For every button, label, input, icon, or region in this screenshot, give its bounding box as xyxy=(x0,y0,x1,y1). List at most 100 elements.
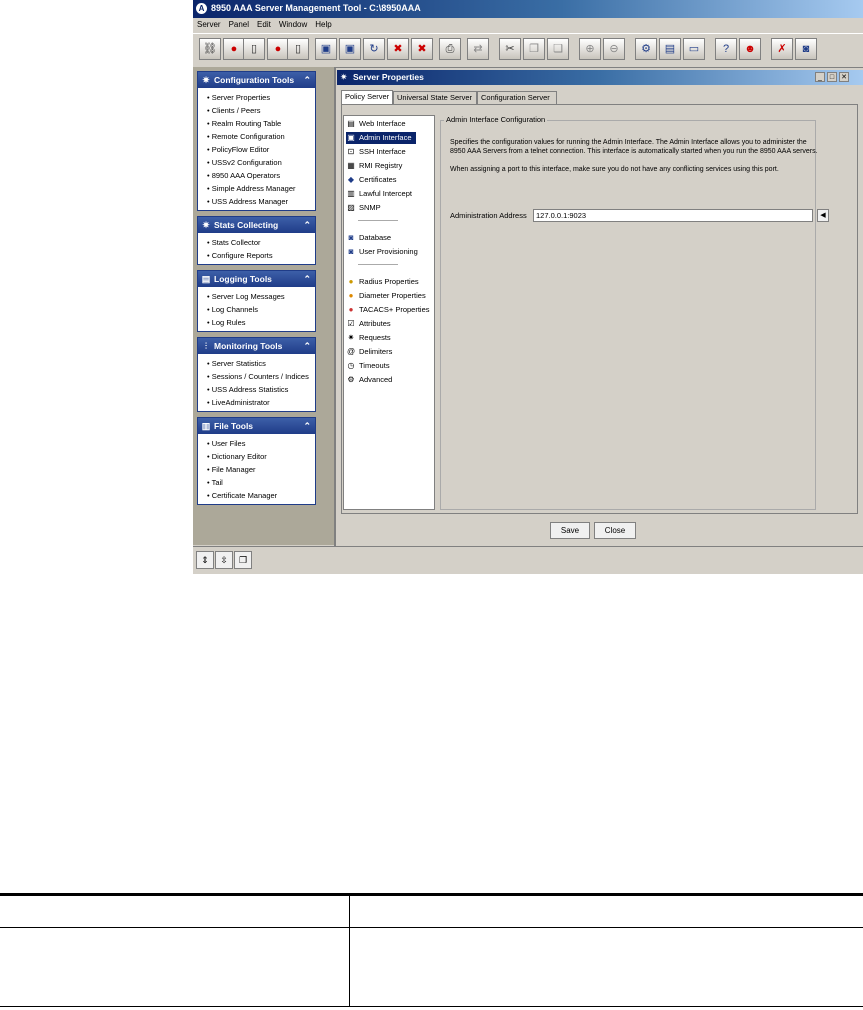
panel-header[interactable]: ✷ Stats Collecting ⌃ xyxy=(198,217,315,233)
tab-policy-server[interactable]: Policy Server xyxy=(341,90,393,105)
tool-link[interactable]: Stats Collector xyxy=(207,236,315,249)
print-icon[interactable]: ⎙ xyxy=(439,38,461,60)
administration-address-input[interactable]: 127.0.0.1:9023 xyxy=(533,209,813,222)
monitor-icon[interactable]: ▭ xyxy=(683,38,705,60)
database-icon[interactable]: ◙ xyxy=(795,38,817,60)
sync-icon[interactable]: ⇄ xyxy=(467,38,489,60)
tool-link[interactable]: USS Address Statistics xyxy=(207,383,315,396)
tool-link[interactable]: Server Statistics xyxy=(207,357,315,370)
record-red-icon[interactable]: ● xyxy=(267,38,289,60)
record-red-icon[interactable]: ● xyxy=(223,38,245,60)
close-window-icon[interactable]: ✖ xyxy=(387,38,409,60)
tool-link[interactable]: Server Log Messages xyxy=(207,290,315,303)
tool-link[interactable]: Tail xyxy=(207,476,315,489)
cascade-windows-icon[interactable]: ❐ xyxy=(234,551,252,569)
save-button[interactable]: Save xyxy=(550,522,590,539)
collapse-icon[interactable]: ⌃ xyxy=(303,271,311,287)
tool-link[interactable]: Simple Address Manager xyxy=(207,182,315,195)
document-icon[interactable]: ▤ xyxy=(659,38,681,60)
collapse-icon[interactable]: ⌃ xyxy=(303,217,311,233)
nav-item[interactable]: ☑ Attributes xyxy=(346,318,395,330)
nav-item[interactable]: ✷ Requests xyxy=(346,332,395,344)
tab-configuration-server[interactable]: Configuration Server xyxy=(477,91,557,104)
menu-panel[interactable]: Panel xyxy=(225,18,253,31)
menu-server[interactable]: Server xyxy=(193,18,225,31)
nav-item[interactable]: ▦ RMI Registry xyxy=(346,160,406,172)
nav-item[interactable]: ● TACACS+ Properties xyxy=(346,304,434,316)
tool-link[interactable]: USS Address Manager xyxy=(207,195,315,208)
maximize-button[interactable]: □ xyxy=(827,72,837,82)
collapse-icon[interactable]: ⌃ xyxy=(303,72,311,88)
nav-item[interactable]: ▨ SNMP xyxy=(346,202,385,214)
tool-link[interactable]: LiveAdministrator xyxy=(207,396,315,409)
tool-link[interactable]: 8950 AAA Operators xyxy=(207,169,315,182)
settings-icon[interactable]: ⚙ xyxy=(635,38,657,60)
nav-item[interactable]: ◙ Database xyxy=(346,232,395,244)
copy-icon[interactable]: ❐ xyxy=(523,38,545,60)
app-logo-icon: A xyxy=(196,3,207,14)
tool-link[interactable]: Dictionary Editor xyxy=(207,450,315,463)
collapse-icon[interactable]: ⌃ xyxy=(303,338,311,354)
user-icon[interactable]: ☻ xyxy=(739,38,761,60)
panel-title: Monitoring Tools xyxy=(214,341,283,351)
help-icon[interactable]: ? xyxy=(715,38,737,60)
panel-header[interactable]: ✷ Configuration Tools ⌃ xyxy=(198,72,315,88)
tool-link[interactable]: Realm Routing Table xyxy=(207,117,315,130)
collapse-icon[interactable]: ⌃ xyxy=(303,418,311,434)
expand-all-icon[interactable]: ⇕ xyxy=(196,551,214,569)
tool-link[interactable]: User Files xyxy=(207,437,315,450)
tool-link[interactable]: Configure Reports xyxy=(207,249,315,262)
panel-stats-collecting: ✷ Stats Collecting ⌃ Stats Collector Con… xyxy=(197,216,316,265)
panel-header[interactable]: ▤ Logging Tools ⌃ xyxy=(198,271,315,287)
nav-item[interactable]: ● Radius Properties xyxy=(346,276,423,288)
table-cell xyxy=(349,927,863,1007)
arrow-left-icon[interactable]: ◀ xyxy=(817,209,829,222)
zoom-out-icon[interactable]: ⊖ xyxy=(603,38,625,60)
close-button[interactable]: Close xyxy=(594,522,636,539)
menu-help[interactable]: Help xyxy=(311,18,335,31)
refresh-icon[interactable]: ↻ xyxy=(363,38,385,60)
snmp-icon: ▨ xyxy=(347,203,355,213)
tool-link[interactable]: Log Channels xyxy=(207,303,315,316)
tool-link[interactable]: Log Rules xyxy=(207,316,315,329)
tool-link[interactable]: Certificate Manager xyxy=(207,489,315,502)
tool-link[interactable]: Clients / Peers xyxy=(207,104,315,117)
nav-item[interactable]: ▤ Web Interface xyxy=(346,118,410,130)
menu-window[interactable]: Window xyxy=(275,18,311,31)
connect-icon[interactable]: ⛓ xyxy=(199,38,221,60)
delete-icon[interactable]: ✖ xyxy=(411,38,433,60)
tab-universal-state-server[interactable]: Universal State Server xyxy=(393,91,477,104)
nav-item[interactable]: ◆ Certificates xyxy=(346,174,401,186)
pane-divider[interactable] xyxy=(334,67,336,574)
zoom-in-icon[interactable]: ⊕ xyxy=(579,38,601,60)
server-icon[interactable]: ▯ xyxy=(287,38,309,60)
panel-header[interactable]: ▥ File Tools ⌃ xyxy=(198,418,315,434)
minimize-button[interactable]: _ xyxy=(815,72,825,82)
nav-item[interactable]: ⚙ Advanced xyxy=(346,374,396,386)
tool-link[interactable]: Remote Configuration xyxy=(207,130,315,143)
menu-edit[interactable]: Edit xyxy=(253,18,275,31)
cut-icon[interactable]: ✂ xyxy=(499,38,521,60)
server-icon[interactable]: ▯ xyxy=(243,38,265,60)
nav-item[interactable]: ◙ User Provisioning xyxy=(346,246,422,258)
nav-item[interactable]: ● Diameter Properties xyxy=(346,290,430,302)
tools-icon[interactable]: ✗ xyxy=(771,38,793,60)
nav-item[interactable]: ▥ Lawful Intercept xyxy=(346,188,416,200)
paste-icon[interactable]: ❏ xyxy=(547,38,569,60)
tool-link[interactable]: Sessions / Counters / Indices xyxy=(207,370,315,383)
nav-item-selected[interactable]: ▣ Admin Interface xyxy=(346,132,416,144)
save-all-icon[interactable]: ▣ xyxy=(339,38,361,60)
description-text: Specifies the configuration values for r… xyxy=(450,139,818,155)
collapse-all-icon[interactable]: ⇳ xyxy=(215,551,233,569)
panel-header[interactable]: ⫶ Monitoring Tools ⌃ xyxy=(198,338,315,354)
nav-item[interactable]: @ Delimiters xyxy=(346,346,396,358)
nav-label: Attributes xyxy=(359,319,391,328)
close-button[interactable]: ✕ xyxy=(839,72,849,82)
tool-link[interactable]: Server Properties xyxy=(207,91,315,104)
nav-item[interactable]: ◷ Timeouts xyxy=(346,360,394,372)
tool-link[interactable]: PolicyFlow Editor xyxy=(207,143,315,156)
nav-item[interactable]: ⊡ SSH Interface xyxy=(346,146,410,158)
tool-link[interactable]: File Manager xyxy=(207,463,315,476)
save-icon[interactable]: ▣ xyxy=(315,38,337,60)
tool-link[interactable]: USSv2 Configuration xyxy=(207,156,315,169)
